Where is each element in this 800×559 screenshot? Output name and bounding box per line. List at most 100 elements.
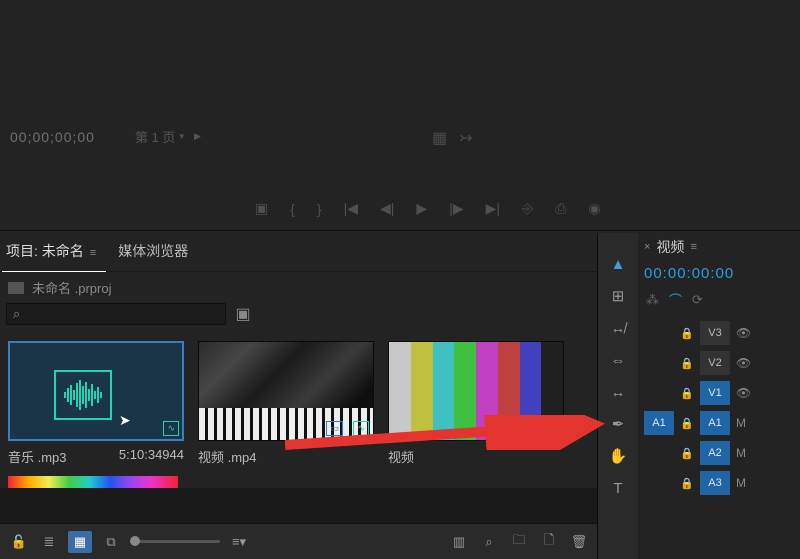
- ripple-tool[interactable]: ↮: [605, 315, 631, 341]
- timeline-panel: ▲ ⊞ ↮ ⇔ ↔ ✒ ✋ T × 视频 ≡ 00:00:00:00 ⁂ ⌒ ⟳…: [597, 233, 800, 559]
- toggle-output-icon[interactable]: 👁: [736, 326, 754, 340]
- menu-icon[interactable]: ≡: [90, 247, 96, 259]
- page-label: 第 1 页: [135, 127, 175, 146]
- find-icon[interactable]: ⌕: [478, 531, 500, 553]
- lock-icon[interactable]: 🔒: [680, 327, 694, 340]
- cursor-icon: ➤: [119, 412, 131, 429]
- track-label[interactable]: V3: [700, 321, 730, 345]
- step-over-icon[interactable]: ↣: [459, 128, 472, 148]
- camera-icon[interactable]: ◉: [588, 200, 600, 217]
- zoom-slider[interactable]: [130, 540, 220, 543]
- type-tool[interactable]: T: [605, 475, 631, 501]
- lock-icon[interactable]: 🔒: [680, 447, 694, 460]
- play-icon: ▶: [194, 131, 201, 142]
- step-forward-icon[interactable]: |▶: [449, 200, 463, 217]
- clip-thumbnail: ➤ ∿: [8, 341, 184, 441]
- lift-icon[interactable]: ⎆: [522, 200, 533, 217]
- icon-view-icon[interactable]: ▦: [68, 531, 92, 553]
- mute-icon[interactable]: M: [736, 416, 754, 430]
- menu-icon[interactable]: ≡: [690, 241, 696, 253]
- tool-palette: ▲ ⊞ ↮ ⇔ ↔ ✒ ✋ T: [598, 233, 638, 559]
- audio-badge-icon: ∿: [353, 421, 369, 436]
- clip-duration: 5:10:34944: [119, 447, 184, 466]
- rolling-tool[interactable]: ⇔: [605, 347, 631, 373]
- sort-icon[interactable]: ≡▾: [228, 531, 250, 553]
- source-patch[interactable]: A1: [644, 411, 674, 435]
- clip-item[interactable]: ➤ ∿ 音乐 .mp3 5:10:34944: [8, 341, 184, 466]
- clip-strip[interactable]: [8, 476, 178, 488]
- new-bin-icon[interactable]: 🗀: [508, 531, 530, 553]
- snap-icon[interactable]: ⌒: [669, 290, 682, 309]
- toggle-output-icon[interactable]: 👁: [736, 386, 754, 400]
- video-track[interactable]: 🔒 V2 👁: [644, 349, 800, 377]
- video-track[interactable]: 🔒 V1 👁: [644, 379, 800, 407]
- chevron-down-icon: ▾: [179, 131, 184, 142]
- trash-icon[interactable]: 🗑: [568, 531, 590, 553]
- step-back-icon[interactable]: ◀|: [380, 200, 394, 217]
- audio-track[interactable]: A1 🔒 A1 M: [644, 409, 800, 437]
- clip-thumbnail: ▭ ∿: [198, 341, 374, 441]
- rate-stretch-tool[interactable]: ↔: [605, 379, 631, 405]
- lock-icon[interactable]: 🔓: [8, 531, 30, 553]
- track-headers: 🔒 V3 👁 🔒 V2 👁 🔒 V1 👁 A1 🔒 A1 M 🔒 A2 M 🔒 A3 M: [644, 319, 800, 497]
- sequence-timecode[interactable]: 00:00:00:00: [644, 265, 800, 282]
- color-bars: [389, 342, 563, 440]
- track-label[interactable]: V1: [700, 381, 730, 405]
- audio-waveform-icon: [54, 370, 112, 420]
- project-toolbar: 🔓 ≣ ▦ ⧉ ≡▾ ▥ ⌕ 🗀 🗋 🗑: [0, 523, 598, 559]
- linked-selection-icon[interactable]: ⟳: [692, 292, 703, 308]
- play-icon[interactable]: ▶: [416, 200, 427, 217]
- video-badge-icon: ▭: [326, 421, 343, 436]
- tab-project[interactable]: 项目: 未命名≡: [4, 237, 98, 265]
- clip-name: 视频: [388, 447, 414, 466]
- lock-icon[interactable]: 🔒: [680, 417, 694, 430]
- sequence-title: 视频: [656, 237, 684, 257]
- freeform-view-icon[interactable]: ⧉: [100, 531, 122, 553]
- bin-icon[interactable]: [8, 282, 24, 294]
- clip-name: 视频 .mp4: [198, 447, 257, 466]
- lock-icon[interactable]: 🔒: [680, 387, 694, 400]
- track-label[interactable]: A3: [700, 471, 730, 495]
- monitor-timecode[interactable]: 00;00;00;00: [10, 129, 95, 145]
- track-label[interactable]: A2: [700, 441, 730, 465]
- clip-item[interactable]: 视频: [388, 341, 564, 466]
- audio-badge-icon: ∿: [163, 421, 179, 436]
- track-label[interactable]: A1: [700, 411, 730, 435]
- close-icon[interactable]: ×: [644, 241, 650, 253]
- page-selector[interactable]: 第 1 页 ▾ ▶: [135, 127, 201, 146]
- sequence-tab[interactable]: × 视频 ≡: [644, 237, 800, 257]
- audio-track[interactable]: 🔒 A3 M: [644, 469, 800, 497]
- clip-name: 音乐 .mp3: [8, 447, 67, 466]
- video-track[interactable]: 🔒 V3 👁: [644, 319, 800, 347]
- list-view-icon[interactable]: ≣: [38, 531, 60, 553]
- search-input[interactable]: ⌕: [6, 303, 226, 325]
- nest-icon[interactable]: ⁂: [646, 292, 659, 308]
- piano-keys: [199, 408, 373, 440]
- search-icon: ⌕: [13, 306, 20, 322]
- program-monitor: 00;00;00;00 第 1 页 ▾ ▶ ▦ ↣ ▣ { } |◀ ◀| ▶ …: [0, 0, 800, 230]
- find-folder-button[interactable]: ▣: [232, 303, 254, 325]
- go-to-in-icon[interactable]: |◀: [344, 200, 358, 217]
- clip-item[interactable]: ▭ ∿ 视频 .mp4: [198, 341, 374, 466]
- selection-tool[interactable]: ▲: [605, 251, 631, 277]
- track-select-tool[interactable]: ⊞: [605, 283, 631, 309]
- in-bracket-icon[interactable]: {: [290, 201, 295, 217]
- export-frame-icon[interactable]: ⎙: [555, 200, 566, 217]
- pen-tool[interactable]: ✒: [605, 411, 631, 437]
- tab-media-browser[interactable]: 媒体浏览器: [116, 237, 190, 265]
- toggle-output-icon[interactable]: 👁: [736, 356, 754, 370]
- marker-icon[interactable]: ▣: [255, 200, 268, 217]
- lock-icon[interactable]: 🔒: [680, 357, 694, 370]
- automate-icon[interactable]: ▥: [448, 531, 470, 553]
- settings-icon[interactable]: ▦: [432, 128, 447, 148]
- audio-track[interactable]: 🔒 A2 M: [644, 439, 800, 467]
- new-item-icon[interactable]: 🗋: [538, 531, 560, 553]
- out-bracket-icon[interactable]: }: [317, 201, 322, 217]
- track-label[interactable]: V2: [700, 351, 730, 375]
- transport-controls: ▣ { } |◀ ◀| ▶ |▶ ▶| ⎆ ⎙ ◉: [255, 200, 601, 217]
- hand-tool[interactable]: ✋: [605, 443, 631, 469]
- mute-icon[interactable]: M: [736, 476, 754, 490]
- mute-icon[interactable]: M: [736, 446, 754, 460]
- lock-icon[interactable]: 🔒: [680, 477, 694, 490]
- go-to-out-icon[interactable]: ▶|: [486, 200, 500, 217]
